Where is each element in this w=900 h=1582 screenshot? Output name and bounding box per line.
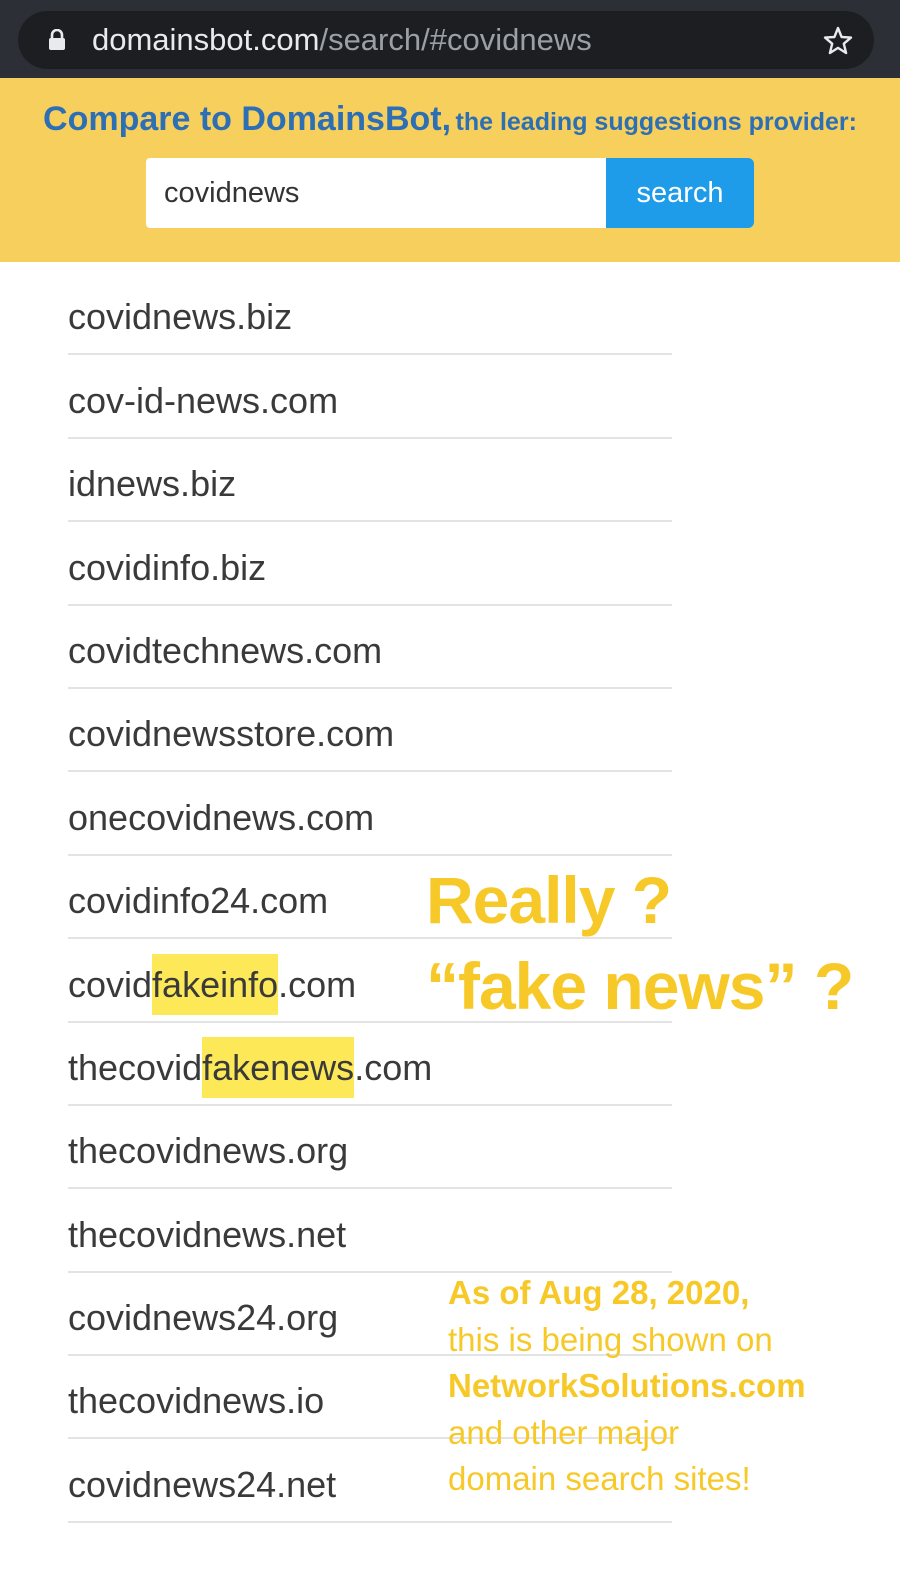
result-domain[interactable]: idnews.biz bbox=[68, 462, 236, 506]
annotation-note-line4: and other major bbox=[448, 1413, 680, 1451]
annotation-note-site: NetworkSolutions.com bbox=[448, 1367, 806, 1404]
result-domain-part: covidnews24.net bbox=[68, 1463, 337, 1505]
result-domain[interactable]: covidfakeinfo.com bbox=[68, 953, 357, 1015]
result-domain[interactable]: thecovidnews.io bbox=[68, 1379, 324, 1423]
result-item[interactable]: covidnews.biz bbox=[68, 272, 672, 356]
result-domain-part: covidtechnews.com bbox=[68, 629, 383, 671]
annotation-note-date: As of Aug 28, 2020, bbox=[448, 1274, 750, 1311]
result-domain-part: idnews.biz bbox=[68, 463, 237, 505]
result-domain-part: covidnews24.org bbox=[68, 1297, 339, 1339]
result-item[interactable]: thecovidnews.org bbox=[68, 1106, 672, 1190]
banner-heading: Compare to DomainsBot, the leading sugge… bbox=[0, 100, 900, 139]
url-field[interactable]: domainsbot.com/search/#covidnews bbox=[18, 11, 874, 69]
result-domain-part: covidnews.biz bbox=[68, 296, 293, 338]
star-icon[interactable] bbox=[822, 25, 854, 57]
annotation-note-line2: this is being shown on bbox=[448, 1320, 773, 1358]
result-item[interactable]: thecovidnews.net bbox=[68, 1189, 672, 1273]
search-button[interactable]: search bbox=[606, 158, 754, 228]
highlighted-term: fakenews bbox=[202, 1036, 355, 1098]
result-domain-part: onecovidnews.com bbox=[68, 796, 375, 838]
result-item[interactable]: thecovidfakenews.com bbox=[68, 1023, 672, 1106]
highlighted-term: fakeinfo bbox=[152, 953, 279, 1015]
result-domain-part: thecovid bbox=[68, 1046, 203, 1088]
result-item[interactable]: onecovidnews.com bbox=[68, 772, 672, 856]
result-domain[interactable]: covidnews24.org bbox=[68, 1296, 338, 1340]
result-domain[interactable]: thecovidnews.net bbox=[68, 1213, 346, 1257]
annotation-really: Really ? bbox=[426, 863, 672, 937]
result-item[interactable]: covidinfo.biz bbox=[68, 522, 672, 606]
result-item[interactable]: covidtechnews.com bbox=[68, 606, 672, 689]
result-domain[interactable]: covidnews24.net bbox=[68, 1463, 336, 1507]
result-domain-part: thecovidnews.io bbox=[68, 1380, 325, 1422]
result-domain-tld: .com bbox=[354, 1046, 433, 1088]
url-path: /search/#covidnews bbox=[319, 22, 592, 57]
result-domain-part: cov-id-news.com bbox=[68, 379, 339, 421]
result-domain-part: thecovidnews.net bbox=[68, 1213, 347, 1255]
url-text: domainsbot.com/search/#covidnews bbox=[92, 21, 592, 59]
annotation-note-line5: domain search sites! bbox=[448, 1460, 751, 1497]
result-domain[interactable]: onecovidnews.com bbox=[68, 796, 374, 840]
result-item[interactable]: covidnewsstore.com bbox=[68, 689, 672, 773]
result-domain-part: thecovidnews.org bbox=[68, 1130, 349, 1172]
result-domain[interactable]: thecovidfakenews.com bbox=[68, 1036, 433, 1098]
result-domain[interactable]: covidinfo24.com bbox=[68, 879, 328, 923]
result-domain-part: covidinfo24.com bbox=[68, 880, 329, 922]
result-domain[interactable]: covidinfo.biz bbox=[68, 546, 266, 590]
result-domain-part: covid bbox=[68, 963, 153, 1005]
url-host: domainsbot.com bbox=[92, 22, 320, 57]
result-domain[interactable]: covidnewsstore.com bbox=[68, 712, 394, 756]
result-domain[interactable]: covidnews.biz bbox=[68, 295, 292, 339]
result-domain-part: covidinfo.biz bbox=[68, 546, 267, 588]
result-item[interactable]: cov-id-news.com bbox=[68, 355, 672, 439]
browser-address-bar: domainsbot.com/search/#covidnews bbox=[0, 0, 900, 78]
annotation-fake-news: “fake news” ? bbox=[426, 949, 854, 1023]
result-domain-tld: .com bbox=[278, 963, 357, 1005]
search-input[interactable] bbox=[146, 158, 606, 228]
banner-title: Compare to DomainsBot, bbox=[43, 100, 452, 138]
result-domain[interactable]: thecovidnews.org bbox=[68, 1129, 348, 1173]
banner-subtitle: the leading suggestions provider: bbox=[455, 108, 857, 136]
result-domain[interactable]: covidtechnews.com bbox=[68, 629, 382, 673]
annotation-note: As of Aug 28, 2020, this is being shown … bbox=[448, 1270, 806, 1503]
result-item[interactable]: idnews.biz bbox=[68, 439, 672, 523]
comparison-banner: Compare to DomainsBot, the leading sugge… bbox=[0, 78, 900, 262]
result-domain[interactable]: cov-id-news.com bbox=[68, 379, 338, 423]
result-domain-part: covidnewsstore.com bbox=[68, 713, 395, 755]
lock-icon bbox=[49, 29, 65, 50]
